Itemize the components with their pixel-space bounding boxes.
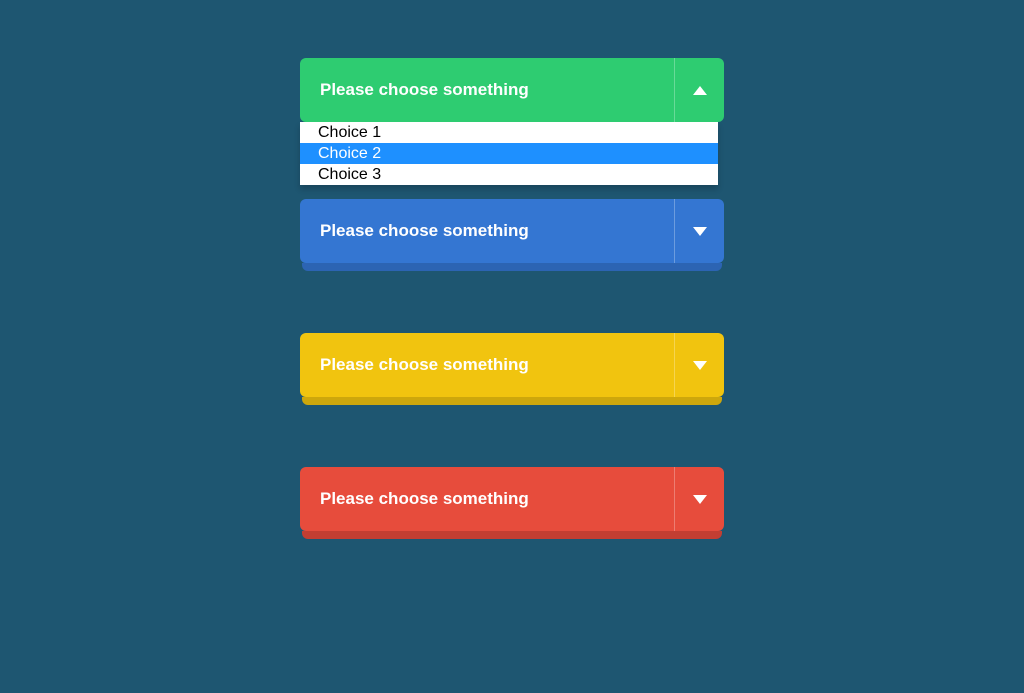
select-red-header[interactable]: Please choose something bbox=[300, 467, 724, 531]
select-red-toggle[interactable] bbox=[674, 467, 724, 531]
select-yellow-header[interactable]: Please choose something bbox=[300, 333, 724, 397]
select-blue-header[interactable]: Please choose something bbox=[300, 199, 724, 263]
chevron-down-icon bbox=[693, 361, 707, 370]
chevron-down-icon bbox=[693, 227, 707, 236]
select-yellow-toggle[interactable] bbox=[674, 333, 724, 397]
select-blue: Please choose something bbox=[300, 199, 724, 263]
option-choice-2[interactable]: Choice 2 bbox=[300, 143, 718, 164]
select-green: Please choose something Choice 1 Choice … bbox=[300, 58, 724, 185]
chevron-up-icon bbox=[693, 86, 707, 95]
chevron-down-icon bbox=[693, 495, 707, 504]
select-yellow: Please choose something bbox=[300, 333, 724, 397]
select-green-options: Choice 1 Choice 2 Choice 3 bbox=[300, 122, 718, 185]
select-green-label: Please choose something bbox=[300, 80, 529, 100]
select-yellow-label: Please choose something bbox=[300, 355, 529, 375]
option-choice-3[interactable]: Choice 3 bbox=[300, 164, 718, 185]
select-blue-toggle[interactable] bbox=[674, 199, 724, 263]
select-green-toggle[interactable] bbox=[674, 58, 724, 122]
select-red-label: Please choose something bbox=[300, 489, 529, 509]
select-blue-label: Please choose something bbox=[300, 221, 529, 241]
option-choice-1[interactable]: Choice 1 bbox=[300, 122, 718, 143]
select-green-header[interactable]: Please choose something bbox=[300, 58, 724, 122]
select-red: Please choose something bbox=[300, 467, 724, 531]
